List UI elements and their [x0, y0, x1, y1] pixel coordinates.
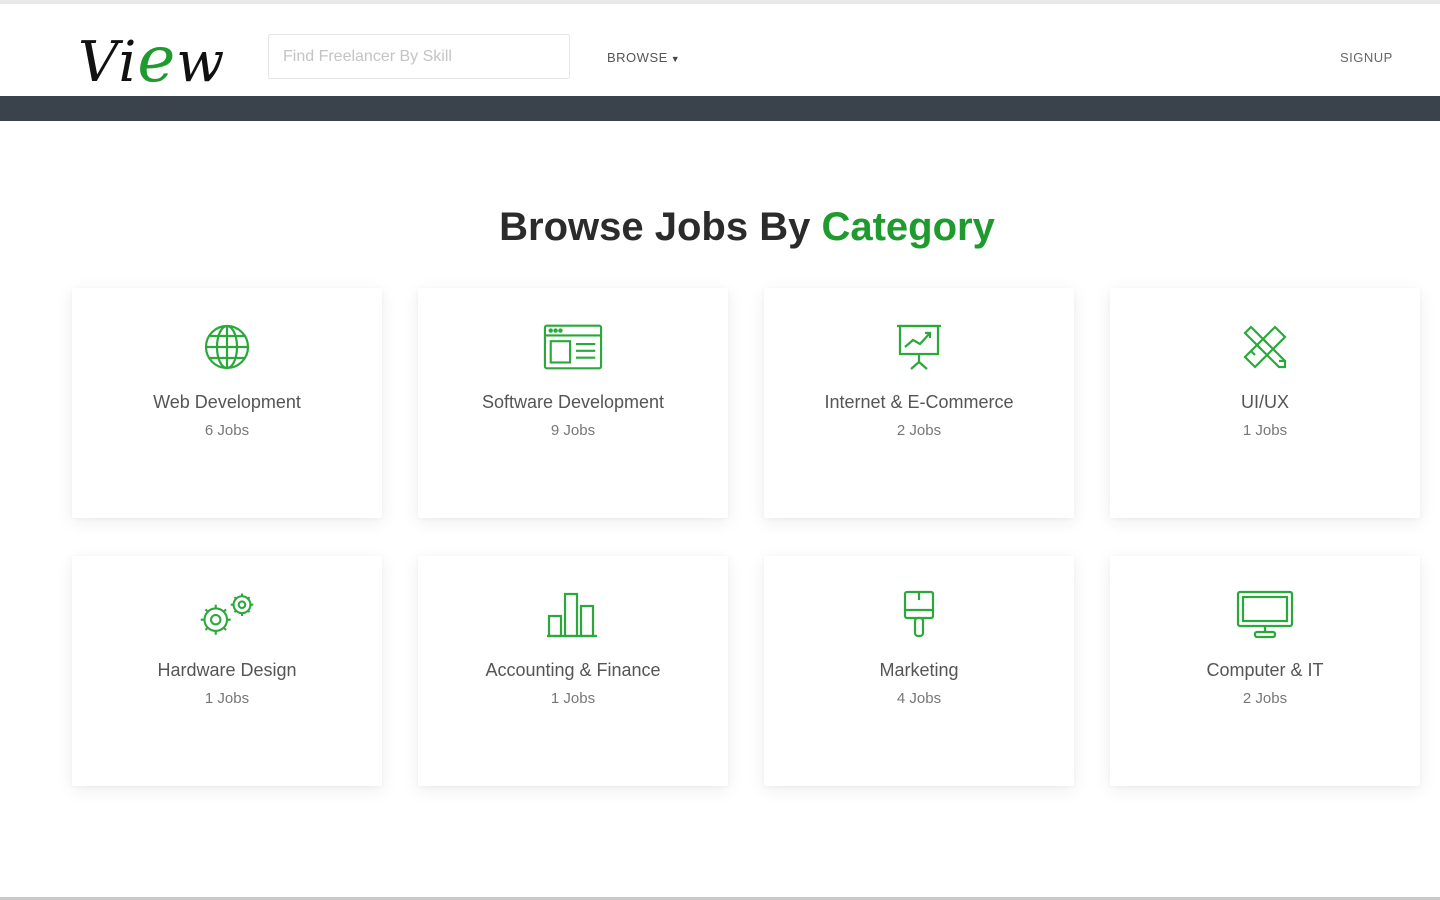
monitor-icon [1235, 590, 1295, 640]
signup-link[interactable]: SIGNUP [1340, 50, 1393, 65]
category-card-internet-ecommerce[interactable]: Internet & E-Commerce 2 Jobs [764, 288, 1074, 518]
globe-icon [197, 322, 257, 372]
header-dark-bar [0, 96, 1440, 121]
browse-dropdown[interactable]: BROWSE ▼ [607, 50, 680, 65]
category-title: Accounting & Finance [485, 660, 661, 680]
category-job-count: 6 Jobs [204, 422, 250, 439]
search-input[interactable] [268, 34, 570, 79]
browser-window-icon [543, 322, 603, 372]
category-title: Marketing [879, 660, 959, 680]
category-job-count: 2 Jobs [1242, 690, 1288, 707]
paint-brush-icon [889, 590, 949, 640]
category-job-count: 1 Jobs [204, 690, 250, 707]
category-card-web-development[interactable]: Web Development 6 Jobs [72, 288, 382, 518]
category-card-computer-it[interactable]: Computer & IT 2 Jobs [1110, 556, 1420, 786]
category-title: Computer & IT [1206, 660, 1324, 680]
category-job-count: 2 Jobs [896, 422, 942, 439]
site-logo[interactable]: View [78, 22, 238, 98]
category-job-count: 1 Jobs [550, 690, 596, 707]
category-card-software-development[interactable]: Software Development 9 Jobs [418, 288, 728, 518]
category-title: Web Development [153, 392, 301, 412]
category-card-accounting-finance[interactable]: Accounting & Finance 1 Jobs [418, 556, 728, 786]
presentation-chart-icon [889, 322, 949, 372]
category-job-count: 1 Jobs [1242, 422, 1288, 439]
category-title: UI/UX [1240, 392, 1289, 412]
logo-text: View [78, 23, 226, 97]
category-title: Internet & E-Commerce [824, 392, 1014, 412]
category-card-hardware-design[interactable]: Hardware Design 1 Jobs [72, 556, 382, 786]
gears-icon [197, 590, 257, 640]
page-title: Browse Jobs By Category [499, 205, 995, 249]
category-card-ui-ux[interactable]: UI/UX 1 Jobs [1110, 288, 1420, 518]
category-job-count: 9 Jobs [550, 422, 596, 439]
category-job-count: 4 Jobs [896, 690, 942, 707]
navbar: View BROWSE▼ SIGNUP [0, 4, 1440, 98]
category-card-marketing[interactable]: Marketing 4 Jobs [764, 556, 1074, 786]
design-tools-icon [1235, 322, 1295, 372]
bar-chart-icon [543, 590, 603, 640]
caret-down-icon: ▼ [670, 54, 681, 64]
browse-label: BROWSE [607, 50, 668, 65]
category-title: Software Development [481, 392, 665, 412]
category-title: Hardware Design [157, 660, 297, 680]
